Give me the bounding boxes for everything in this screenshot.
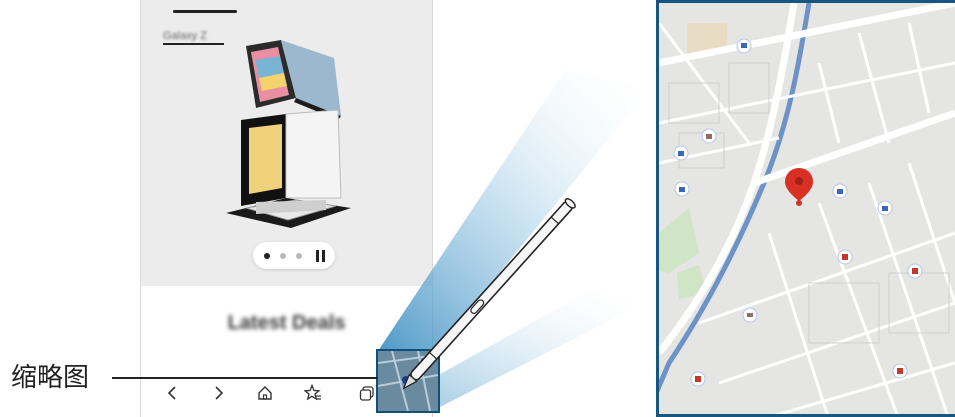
s-pen-stylus — [402, 198, 576, 390]
map-preview[interactable] — [656, 0, 955, 417]
thumbnail-callout-label: 缩略图 — [11, 362, 90, 392]
map-image — [659, 3, 955, 414]
callout-line — [112, 377, 378, 379]
